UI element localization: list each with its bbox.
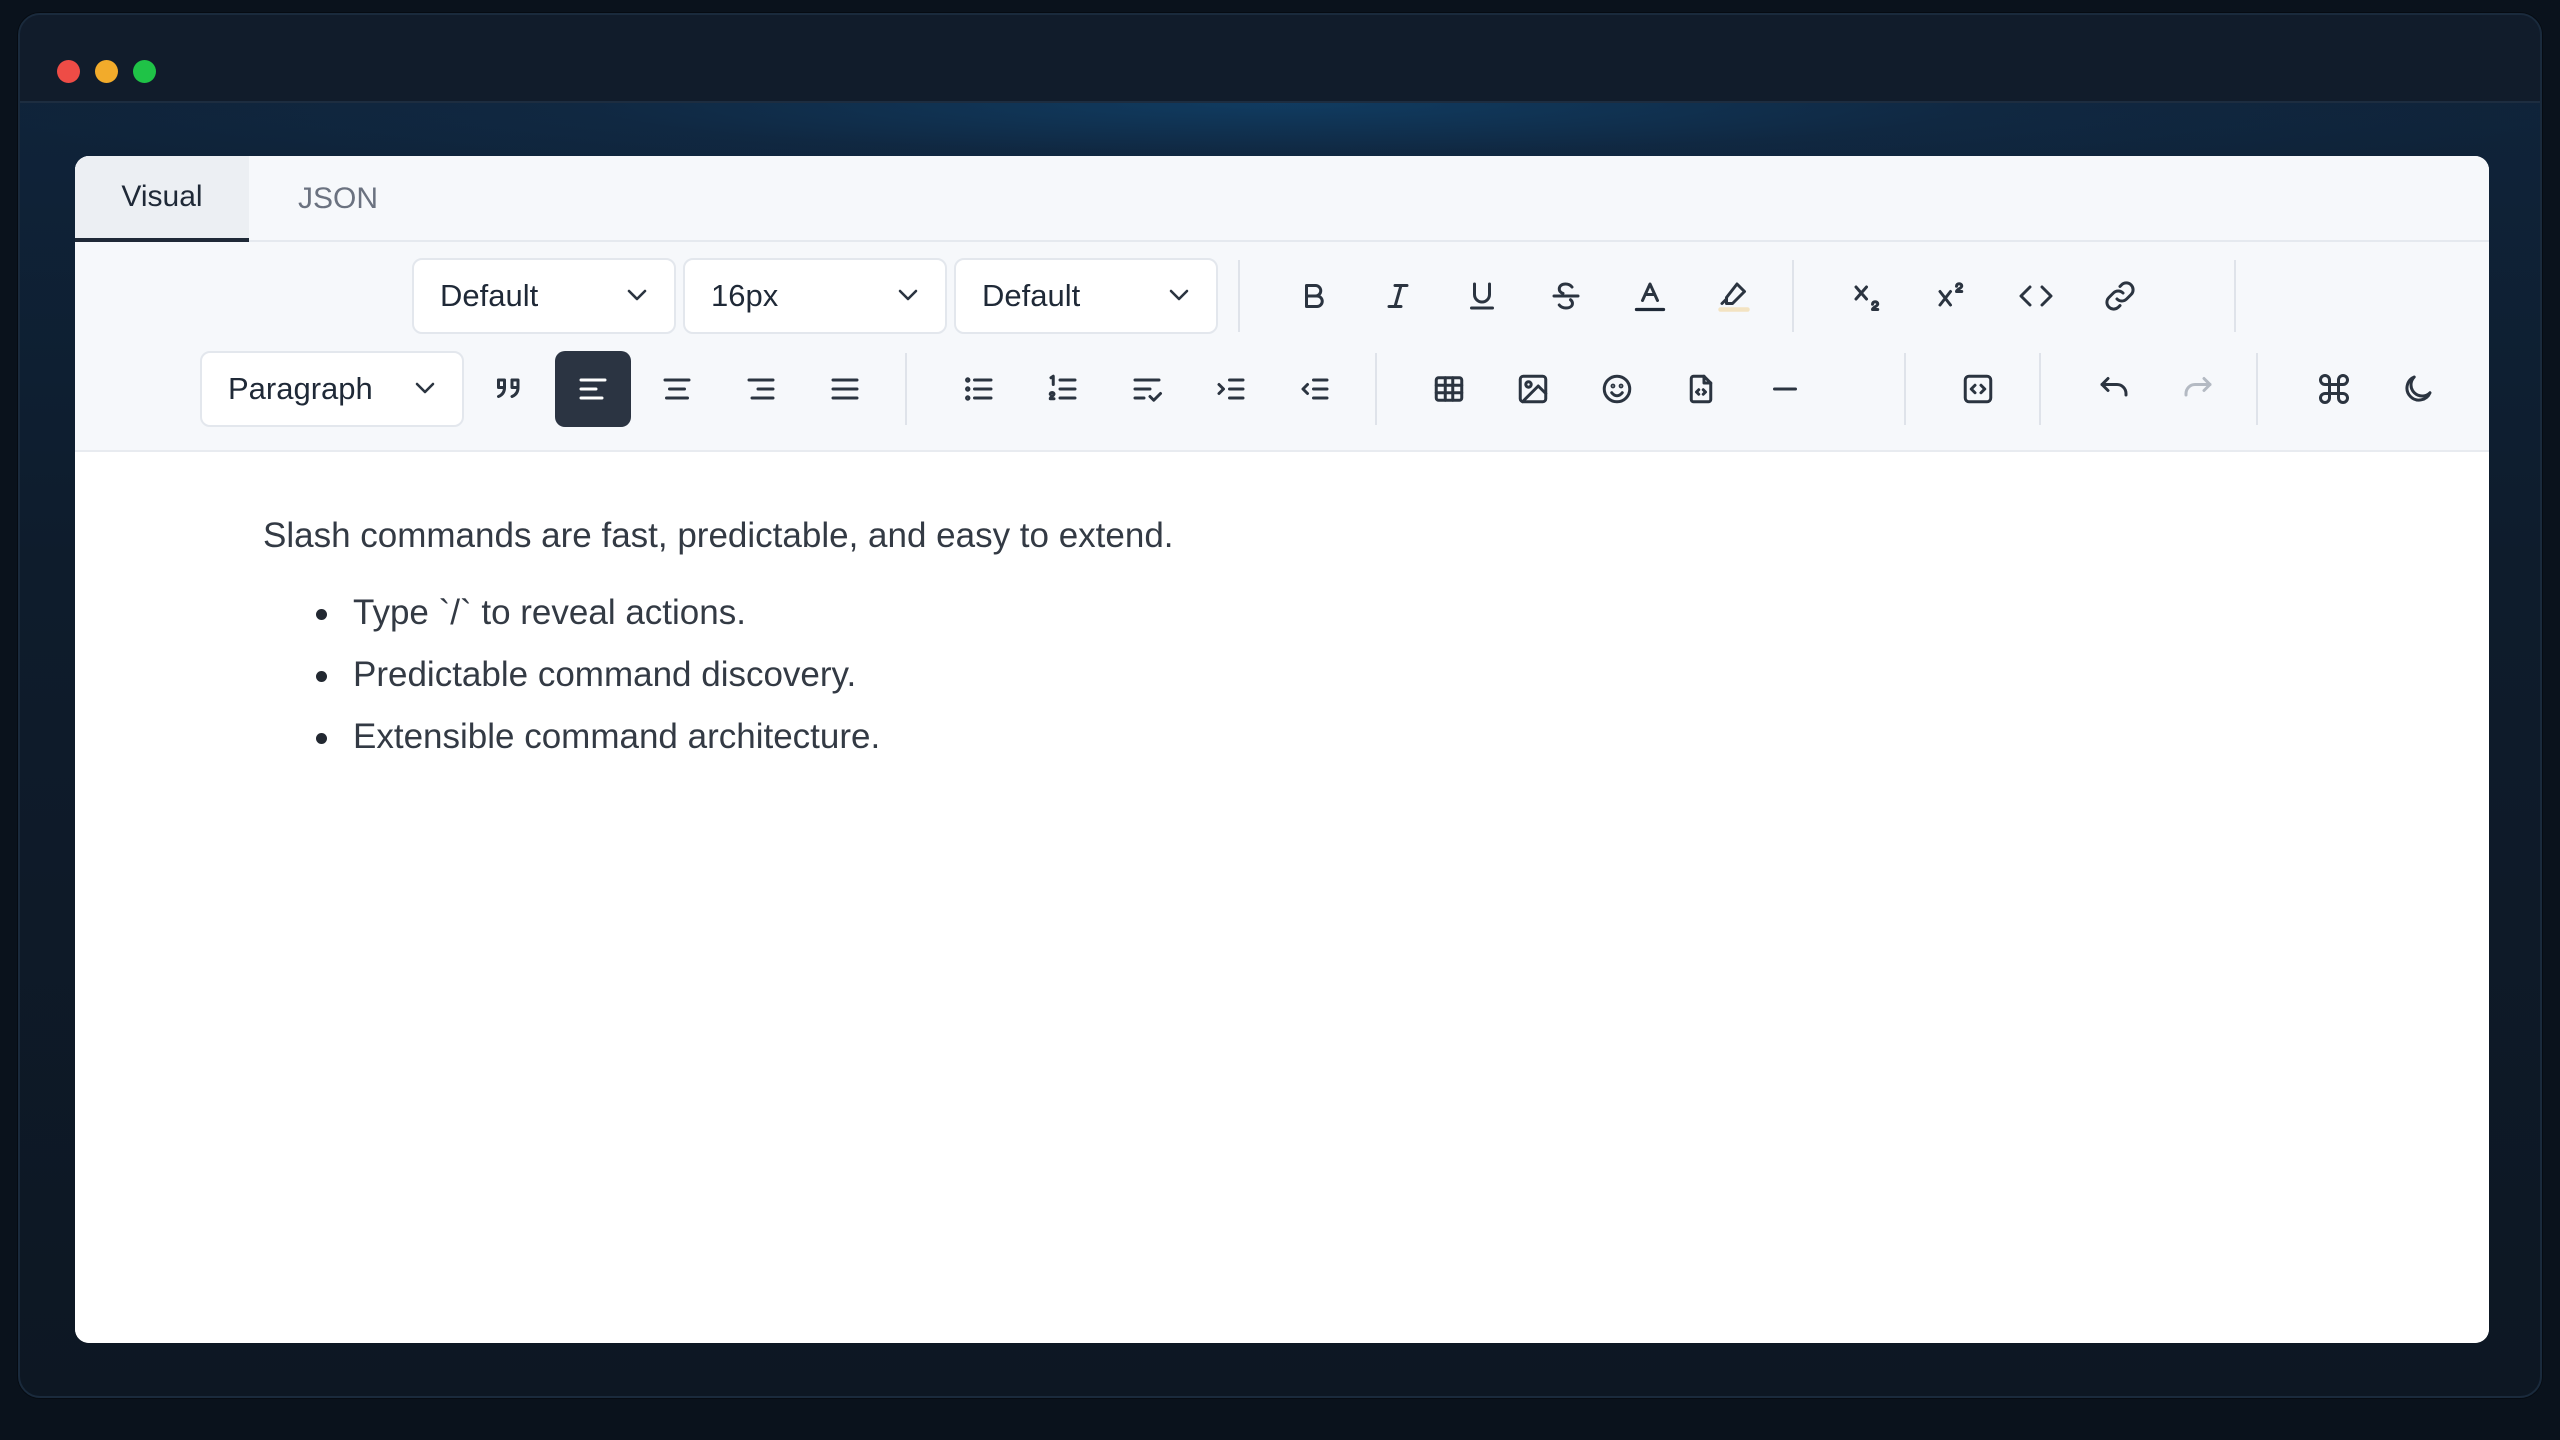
insert-image-button[interactable] xyxy=(1495,351,1571,427)
close-window-button[interactable] xyxy=(57,60,80,83)
undo-icon xyxy=(2100,377,2128,397)
indent-icon xyxy=(1217,378,1245,400)
tab-json[interactable]: JSON xyxy=(249,156,427,242)
text-color-icon xyxy=(1634,282,1666,312)
toolbar-divider xyxy=(905,353,907,425)
align-left-button[interactable] xyxy=(555,351,631,427)
redo-icon xyxy=(2184,377,2212,397)
maximize-window-button[interactable] xyxy=(133,60,156,83)
subscript-icon xyxy=(1854,285,1880,311)
chevron-down-icon xyxy=(627,289,647,301)
chevron-down-icon xyxy=(415,382,435,394)
link-icon xyxy=(2105,281,2135,311)
command-icon xyxy=(2319,374,2349,404)
italic-icon xyxy=(1387,284,1409,308)
indent-button[interactable] xyxy=(1193,351,1269,427)
minimize-window-button[interactable] xyxy=(95,60,118,83)
title-bar xyxy=(20,15,2540,103)
tab-visual[interactable]: Visual xyxy=(75,156,249,242)
outdent-icon xyxy=(1301,378,1329,400)
dark-mode-icon xyxy=(2405,375,2432,402)
table-icon xyxy=(1434,376,1464,402)
image-icon xyxy=(1518,374,1548,404)
block-type-value: Paragraph xyxy=(228,371,373,406)
bold-button[interactable] xyxy=(1276,258,1352,334)
superscript-button[interactable] xyxy=(1914,258,1990,334)
bullet-list: Type `/` to reveal actions. Predictable … xyxy=(315,582,880,768)
align-left-icon xyxy=(579,378,607,400)
toolbar-divider xyxy=(1238,260,1240,332)
view-tabs: Visual JSON xyxy=(75,156,2489,242)
list-item: Extensible command architecture. xyxy=(315,706,880,768)
align-center-icon xyxy=(663,378,691,400)
align-right-button[interactable] xyxy=(723,351,799,427)
editor-panel: Visual JSON Default 16px Default Paragra… xyxy=(75,156,2489,1343)
strikethrough-button[interactable] xyxy=(1528,258,1604,334)
subscript-button[interactable] xyxy=(1830,258,1906,334)
align-justify-button[interactable] xyxy=(807,351,883,427)
toolbar-divider xyxy=(1904,353,1906,425)
bullet-list-icon xyxy=(965,377,993,401)
toolbar-divider xyxy=(2256,353,2258,425)
horizontal-rule-button[interactable] xyxy=(1747,351,1823,427)
highlight-icon xyxy=(1718,282,1750,312)
ordered-list-icon xyxy=(1048,374,1077,401)
insert-table-button[interactable] xyxy=(1411,351,1487,427)
chevron-down-icon xyxy=(898,289,918,301)
block-type-select[interactable]: Paragraph xyxy=(200,351,464,427)
toolbar-divider xyxy=(1375,353,1377,425)
formatting-toolbar: Default 16px Default Paragraph xyxy=(75,242,2489,452)
line-height-value: Default xyxy=(982,278,1081,313)
dark-mode-button[interactable] xyxy=(2380,351,2456,427)
file-icon xyxy=(1689,374,1713,404)
font-family-value: Default xyxy=(440,278,539,313)
font-size-select[interactable]: 16px xyxy=(683,258,947,334)
document-paragraph: Slash commands are fast, predictable, an… xyxy=(263,516,1174,555)
blockquote-button[interactable] xyxy=(471,351,547,427)
align-right-icon xyxy=(747,378,775,400)
align-justify-icon xyxy=(831,378,859,400)
redo-button[interactable] xyxy=(2160,351,2236,427)
font-size-value: 16px xyxy=(711,278,779,313)
text-color-button[interactable] xyxy=(1612,258,1688,334)
underline-icon xyxy=(1470,282,1494,310)
italic-button[interactable] xyxy=(1360,258,1436,334)
app-window: Visual JSON Default 16px Default Paragra… xyxy=(18,13,2542,1398)
bold-icon xyxy=(1305,284,1324,308)
code-block-button[interactable] xyxy=(1940,351,2016,427)
task-list-icon xyxy=(1133,378,1162,402)
chevron-down-icon xyxy=(1169,289,1189,301)
blockquote-icon xyxy=(497,378,520,398)
outdent-button[interactable] xyxy=(1277,351,1353,427)
superscript-icon xyxy=(1938,282,1964,307)
inline-code-button[interactable] xyxy=(1998,258,2074,334)
inline-code-icon xyxy=(2019,285,2053,307)
ordered-list-button[interactable] xyxy=(1025,351,1101,427)
underline-button[interactable] xyxy=(1444,258,1520,334)
line-height-select[interactable]: Default xyxy=(954,258,1218,334)
insert-emoji-button[interactable] xyxy=(1579,351,1655,427)
toolbar-divider xyxy=(2234,260,2236,332)
task-list-button[interactable] xyxy=(1109,351,1185,427)
insert-file-button[interactable] xyxy=(1663,351,1739,427)
list-item: Type `/` to reveal actions. xyxy=(315,582,880,644)
font-family-select[interactable]: Default xyxy=(412,258,676,334)
emoji-icon xyxy=(1602,374,1632,404)
toolbar-divider xyxy=(1792,260,1794,332)
horizontal-rule-icon xyxy=(1773,387,1797,391)
toolbar-divider xyxy=(2039,353,2041,425)
code-block-icon xyxy=(1963,374,1993,404)
link-button[interactable] xyxy=(2082,258,2158,334)
bullet-list-button[interactable] xyxy=(941,351,1017,427)
strikethrough-icon xyxy=(1552,282,1580,310)
list-item: Predictable command discovery. xyxy=(315,644,880,706)
editor-content[interactable]: Slash commands are fast, predictable, an… xyxy=(75,452,2489,1343)
align-center-button[interactable] xyxy=(639,351,715,427)
undo-button[interactable] xyxy=(2076,351,2152,427)
command-palette-button[interactable] xyxy=(2296,351,2372,427)
highlight-button[interactable] xyxy=(1696,258,1772,334)
